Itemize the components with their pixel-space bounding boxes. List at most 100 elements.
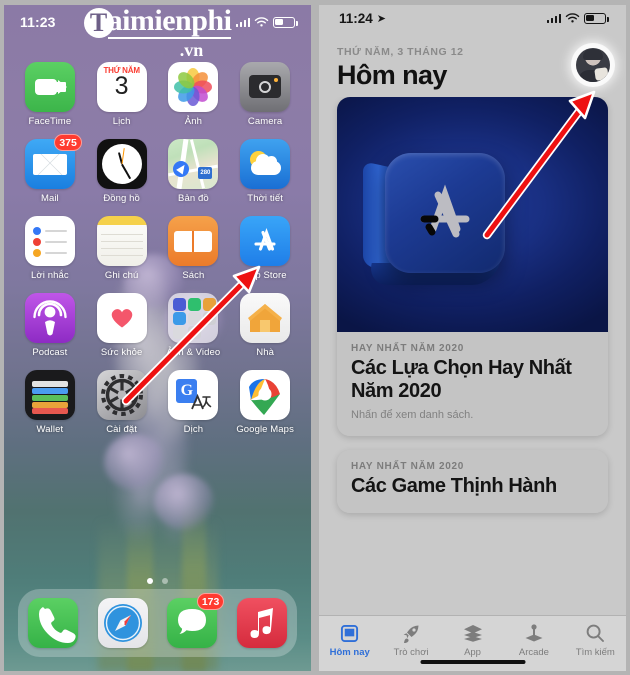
card-eyebrow: HAY NHẤT NĂM 2020 [351,343,465,354]
notes-icon[interactable] [96,216,147,266]
translate-icon[interactable]: G [168,370,219,420]
phone-icon[interactable] [27,598,78,648]
app-icon-podcasts[interactable]: Podcast [14,293,86,358]
app-icon-camera[interactable]: Camera [229,62,301,127]
wifi-icon [254,16,269,27]
wallet-icon[interactable] [24,370,75,420]
tab-apps[interactable]: App [442,622,503,658]
today-date-label: THỨ NĂM, 3 THÁNG 12 [337,46,464,58]
books-icon[interactable] [168,216,219,266]
app-icon-translate[interactable]: G Dịch [158,370,230,435]
page-dot-active[interactable] [147,578,153,584]
app-label: Nhà [256,347,274,358]
app-folder-anh-video[interactable]: Ảnh & Video [158,293,230,358]
app-icon-settings[interactable]: Cài đặt [86,370,158,435]
camera-icon[interactable] [240,62,291,112]
app-label: Đồng hồ [103,193,140,204]
app-label: Sức khỏe [100,347,143,358]
today-feed-scroll[interactable]: HAY NHẤT NĂM 2020 Các Lựa Chọn Hay Nhất … [319,97,626,615]
app-icon-facetime[interactable]: FaceTime [14,62,86,127]
card-text-body: HAY NHẤT NĂM 2020 Các Lựa Chọn Hay Nhất … [337,332,608,436]
maps-route-shield: 280 [198,167,213,179]
app-label: Wallet [36,424,64,435]
app-icon-home[interactable]: Nhà [229,293,301,358]
dock-item-safari[interactable] [97,598,148,648]
app-icon-weather[interactable]: Thời tiết [229,139,301,204]
settings-gear-icon[interactable] [96,370,147,420]
app-label: Ảnh [184,116,202,127]
tab-label: App [464,647,481,658]
reminders-icon[interactable] [24,216,75,266]
home-icon[interactable] [240,293,291,343]
app-icon-wallet[interactable]: Wallet [14,370,86,435]
app-label: App Store [243,270,287,281]
status-indicators [546,12,609,24]
app-label: Cài đặt [106,424,138,435]
tab-label: Tìm kiếm [575,647,615,658]
wallpaper-bud [154,474,214,530]
calendar-day: 3 [114,72,129,100]
facetime-icon[interactable] [24,62,75,112]
dock-item-phone[interactable] [27,598,78,648]
page-indicator-dots[interactable] [0,578,315,584]
app-store-header: THỨ NĂM, 3 THÁNG 12 Hôm nay [319,32,626,97]
app-icon-mail[interactable]: 375 Mail [14,134,86,204]
tab-arcade[interactable]: Arcade [503,622,564,658]
status-time: 11:24 [339,10,373,26]
cellular-signal-icon [235,17,250,27]
card-title: Các Game Thịnh Hành [351,474,557,497]
right-phone-app-store: 11:24 ➤ THỨ NĂM, 3 THÁNG 12 Hôm nay HAY … [315,0,630,675]
app-store-screen: 11:24 ➤ THỨ NĂM, 3 THÁNG 12 Hôm nay HAY … [319,4,626,671]
wallpaper-bud [104,434,164,490]
location-arrow-icon: ➤ [376,12,387,25]
dock-item-messages[interactable]: 173 [167,593,225,648]
app-icon-maps[interactable]: 280 Bản đồ [158,139,230,204]
tab-label: Trò chơi [393,647,429,658]
profile-avatar[interactable] [576,48,610,82]
dock-item-music[interactable] [237,598,288,648]
clock-icon[interactable] [96,139,147,189]
app-label: Bản đồ [178,193,209,204]
tab-today[interactable]: Hôm nay [319,622,380,658]
today-feature-card[interactable]: HAY NHẤT NĂM 2020 Các Game Thịnh Hành [337,449,608,514]
health-heart-icon[interactable] [96,293,147,343]
app-icon-books[interactable]: Sách [158,216,230,281]
folder-icon[interactable] [168,293,219,343]
google-maps-icon[interactable] [240,370,291,420]
app-store-icon[interactable] [240,216,291,266]
app-icon-calendar[interactable]: THỨ NĂM 3 Lịch [86,62,158,127]
app-label: FaceTime [28,116,72,127]
weather-icon[interactable] [240,139,291,189]
today-feature-card[interactable]: HAY NHẤT NĂM 2020 Các Lựa Chọn Hay Nhất … [337,97,608,436]
app-label: Ảnh & Video [166,347,221,358]
podcasts-icon[interactable] [24,293,75,343]
safari-compass-icon[interactable] [97,598,148,648]
app-icon-reminders[interactable]: Lời nhắc [14,216,86,281]
calendar-icon[interactable]: THỨ NĂM 3 [96,62,147,112]
app-label: Lời nhắc [31,270,69,281]
app-store-3d-cube-icon [363,153,505,285]
app-icon-google-maps[interactable]: Google Maps [229,370,301,435]
page-dot[interactable] [162,578,168,584]
home-indicator-bar[interactable] [420,659,525,664]
wifi-icon [565,12,580,23]
photos-icon[interactable] [168,62,219,112]
app-icon-app-store[interactable]: App Store [229,216,301,281]
app-icon-notes[interactable]: Ghi chú [86,216,158,281]
music-note-icon[interactable] [237,598,288,648]
maps-navigation-arrow-icon [173,161,190,177]
dual-phone-screenshot: 11:23 T aimienphi .vn FaceTime THỨ NĂM 3… [0,0,630,675]
maps-icon[interactable]: 280 [168,139,219,189]
card-title: Các Lựa Chọn Hay Nhất Năm 2020 [351,357,572,403]
app-icon-photos[interactable]: Ảnh [158,62,230,127]
app-label: Google Maps [236,424,294,435]
tab-games[interactable]: Trò chơi [380,622,441,658]
tab-search[interactable]: Tìm kiếm [565,622,626,658]
card-hero-image [337,97,608,332]
app-icon-health[interactable]: Sức khỏe [86,293,158,358]
app-label: Mail [40,193,59,204]
app-icon-clock[interactable]: Đồng hồ [86,139,158,204]
app-label: Thời tiết [247,193,283,204]
stack-layers-icon [463,622,483,644]
app-label: Sách [182,270,205,281]
